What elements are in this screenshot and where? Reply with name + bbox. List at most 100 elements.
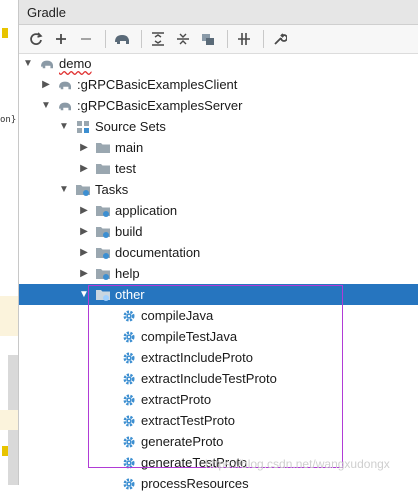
gradle-tool-window: Gradle ▼ demo ▶:gRPCBasicExamplesClient… — [19, 0, 418, 491]
task-item-label: processResources — [141, 476, 249, 491]
chevron-down-icon[interactable]: ▼ — [57, 120, 71, 134]
task-folder-icon — [95, 245, 111, 261]
tree-node-label: Tasks — [95, 182, 129, 197]
tree-node-label: Source Sets — [95, 119, 166, 134]
chevron-right-icon[interactable]: ▶ — [77, 141, 91, 155]
tree-node-label: build — [115, 224, 143, 239]
elephant-icon — [39, 56, 55, 72]
tree-node-label: documentation — [115, 245, 201, 260]
tree-node-project-server[interactable]: ▼ :gRPCBasicExamplesServer — [19, 95, 418, 116]
gradle-settings-button[interactable] — [269, 28, 291, 50]
editor-highlight — [0, 296, 18, 336]
group-modules-icon — [202, 34, 214, 45]
elephant-icon — [57, 98, 73, 114]
tree-node-label: help — [115, 266, 140, 281]
add-icon — [56, 34, 66, 44]
expand-all-button[interactable] — [147, 28, 169, 50]
toggle-offline-button[interactable] — [233, 28, 255, 50]
task-item-label: compileJava — [141, 308, 214, 323]
toolbar-separator — [141, 30, 142, 48]
tree-node-label: other — [115, 287, 145, 302]
expand-all-icon — [152, 32, 164, 46]
task-item[interactable]: extractIncludeProto — [19, 347, 418, 368]
gear-icon — [121, 455, 137, 471]
source-sets-icon — [75, 119, 91, 135]
add-button[interactable] — [50, 28, 72, 50]
tree-node-source-sets[interactable]: ▼ Source Sets — [19, 116, 418, 137]
chevron-right-icon[interactable]: ▶ — [77, 204, 91, 218]
chevron-right-icon[interactable]: ▶ — [77, 225, 91, 239]
chevron-right-icon[interactable]: ▶ — [39, 78, 53, 92]
chevron-right-icon[interactable]: ▶ — [77, 246, 91, 260]
editor-code-fragment: on} — [0, 115, 17, 125]
toolbar-separator — [227, 30, 228, 48]
task-item-label: extractProto — [141, 392, 212, 407]
toolbar-separator — [105, 30, 106, 48]
task-item[interactable]: generateProto — [19, 431, 418, 452]
tree-node-task-group[interactable]: ▶ application — [19, 200, 418, 221]
gear-icon — [121, 434, 137, 450]
tree-node-label: :gRPCBasicExamplesServer — [77, 98, 243, 113]
task-item-label: extractTestProto — [141, 413, 235, 428]
tree-node-label: main — [115, 140, 144, 155]
chevron-down-icon[interactable]: ▼ — [39, 99, 53, 113]
task-folder-icon — [95, 287, 111, 303]
tree-node-task-group[interactable]: ▶ build — [19, 221, 418, 242]
task-item[interactable]: compileJava — [19, 305, 418, 326]
task-item[interactable]: extractProto — [19, 389, 418, 410]
task-item-label: compileTestJava — [141, 329, 238, 344]
refresh-button[interactable] — [25, 28, 47, 50]
group-modules-button[interactable] — [197, 28, 219, 50]
task-item-label: generateProto — [141, 434, 224, 449]
run-gradle-task-button[interactable] — [111, 28, 133, 50]
gear-icon — [121, 392, 137, 408]
tasks-folder-icon — [75, 182, 91, 198]
task-folder-icon — [95, 203, 111, 219]
tree-node-source-test[interactable]: ▶ test — [19, 158, 418, 179]
gear-icon — [121, 413, 137, 429]
editor-highlight — [0, 410, 18, 430]
chevron-down-icon[interactable]: ▼ — [21, 57, 35, 71]
task-item[interactable]: compileTestJava — [19, 326, 418, 347]
tree-node-label: demo — [59, 56, 92, 71]
tree-node-tasks[interactable]: ▼ Tasks — [19, 179, 418, 200]
offline-mode-icon — [238, 33, 250, 45]
remove-button[interactable] — [75, 28, 97, 50]
tree-node-root[interactable]: ▼ demo — [19, 53, 418, 74]
tree-node-source-main[interactable]: ▶ main — [19, 137, 418, 158]
tree-node-project-client[interactable]: ▶ :gRPCBasicExamplesClient — [19, 74, 418, 95]
panel-title-bar: Gradle — [19, 0, 418, 25]
task-item-label: extractIncludeTestProto — [141, 371, 277, 386]
elephant-icon — [115, 35, 129, 44]
watermark-text: https://blog.csdn.net/wangxudongx — [205, 457, 390, 471]
task-item[interactable]: processResources — [19, 473, 418, 494]
editor-marker — [2, 28, 8, 38]
task-folder-icon — [95, 266, 111, 282]
gear-icon — [121, 329, 137, 345]
elephant-icon — [57, 77, 73, 93]
task-item-label: extractIncludeProto — [141, 350, 254, 365]
tree-node-label: application — [115, 203, 178, 218]
collapse-all-button[interactable] — [172, 28, 194, 50]
tree-node-task-group[interactable]: ▶ documentation — [19, 242, 418, 263]
collapse-all-icon — [177, 33, 189, 45]
gear-icon — [121, 371, 137, 387]
folder-icon — [95, 161, 111, 177]
remove-icon — [81, 38, 91, 40]
tree-node-label: :gRPCBasicExamplesClient — [77, 77, 238, 92]
task-folder-icon — [95, 224, 111, 240]
chevron-down-icon[interactable]: ▼ — [77, 288, 91, 302]
editor-marker — [2, 446, 8, 456]
gradle-project-tree: ▼ demo ▶ :gRPCBasicExamplesClient ▼ :gRP… — [19, 53, 418, 494]
task-item[interactable]: extractTestProto — [19, 410, 418, 431]
gear-icon — [121, 308, 137, 324]
gear-icon — [121, 476, 137, 492]
tree-node-task-group[interactable]: ▶ help — [19, 263, 418, 284]
chevron-down-icon[interactable]: ▼ — [57, 183, 71, 197]
chevron-right-icon[interactable]: ▶ — [77, 162, 91, 176]
folder-icon — [95, 140, 111, 156]
task-item[interactable]: extractIncludeTestProto — [19, 368, 418, 389]
chevron-right-icon[interactable]: ▶ — [77, 267, 91, 281]
tree-node-task-group-selected[interactable]: ▼ other — [19, 284, 418, 305]
wrench-icon — [274, 33, 287, 45]
